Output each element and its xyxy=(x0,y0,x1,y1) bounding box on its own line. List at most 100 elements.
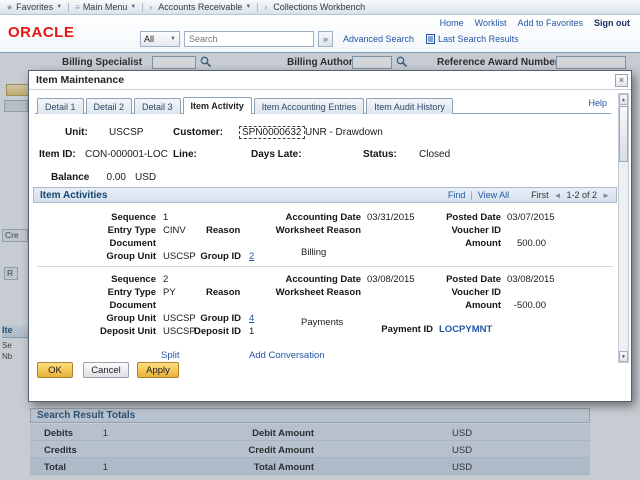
worksheet-reason-label: Worksheet Reason xyxy=(269,225,361,236)
pagination-range: 1-2 of 2 xyxy=(567,190,598,200)
header: ORACLE Home Worklist Add to Favorites Si… xyxy=(0,15,640,52)
deposit-unit-label: Deposit Unit xyxy=(59,326,156,337)
activity-separator xyxy=(37,266,613,267)
reason-label: Reason xyxy=(206,225,240,236)
status-label: Status: xyxy=(363,149,397,160)
entry-type-label: Entry Type xyxy=(59,287,156,298)
breadcrumb-favorites[interactable]: ★ Favorites ▼ xyxy=(6,2,62,12)
line-label: Line: xyxy=(173,149,197,160)
tab-item-accounting-entries[interactable]: Item Accounting Entries xyxy=(254,98,365,114)
tab-detail-2[interactable]: Detail 2 xyxy=(86,98,133,114)
tab-item-audit-history[interactable]: Item Audit History xyxy=(366,98,453,114)
sign-out-link[interactable]: Sign out xyxy=(594,18,630,28)
search-input[interactable] xyxy=(184,31,314,47)
add-conversation-link[interactable]: Add Conversation xyxy=(249,350,325,361)
header-links: Home Worklist Add to Favorites Sign out xyxy=(440,18,630,28)
worklist-link[interactable]: Worklist xyxy=(475,18,507,28)
previous-page-icon[interactable]: ◄ xyxy=(554,191,562,200)
star-icon: ★ xyxy=(6,3,13,12)
deposit-id-label: Deposit ID xyxy=(179,326,241,337)
search-go-button[interactable]: » xyxy=(318,31,333,47)
add-to-favorites-link[interactable]: Add to Favorites xyxy=(517,18,583,28)
dialog-title-bar: Item Maintenance xyxy=(29,71,631,90)
balance-value: 0.00 xyxy=(89,172,126,183)
item-activities-title: Item Activities xyxy=(40,190,107,201)
accounting-date-label: Accounting Date xyxy=(269,212,361,223)
breadcrumb-main-menu[interactable]: ≡ Main Menu ▼ xyxy=(75,2,136,12)
posted-date-value: 03/07/2015 xyxy=(507,212,555,223)
item-id-value: CON-000001-LOC xyxy=(85,149,168,160)
balance-label: Balance xyxy=(51,172,89,183)
accounting-date-label: Accounting Date xyxy=(269,274,361,285)
tab-detail-1[interactable]: Detail 1 xyxy=(37,98,84,114)
sequence-label: Sequence xyxy=(59,212,156,223)
activity-category: Billing xyxy=(301,247,326,258)
scroll-down-icon[interactable]: ▼ xyxy=(619,351,628,362)
results-list-icon xyxy=(426,34,435,44)
apply-button[interactable]: Apply xyxy=(137,362,179,378)
home-link[interactable]: Home xyxy=(440,18,464,28)
document-label: Document xyxy=(59,300,156,311)
next-page-icon[interactable]: ► xyxy=(602,191,610,200)
split-link[interactable]: Split xyxy=(161,350,179,361)
group-id-label: Group ID xyxy=(179,313,241,324)
vertical-scrollbar[interactable]: ▲ ▼ xyxy=(618,93,629,363)
sequence-value: 2 xyxy=(163,274,168,285)
status-value: Closed xyxy=(419,149,450,160)
cancel-button[interactable]: Cancel xyxy=(83,362,129,378)
breadcrumb-accounts-receivable-label: Accounts Receivable xyxy=(158,2,242,12)
tab-bar: Detail 1 Detail 2 Detail 3 Item Activity… xyxy=(37,97,455,114)
sequence-value: 1 xyxy=(163,212,168,223)
breadcrumb-collections-workbench: Collections Workbench xyxy=(273,2,365,12)
scroll-up-icon[interactable]: ▲ xyxy=(619,94,628,105)
posted-date-label: Posted Date xyxy=(409,274,501,285)
amount-value: 500.00 xyxy=(454,238,546,249)
divider: | xyxy=(470,190,472,200)
global-search: All ▼ » Advanced Search Last Search Resu… xyxy=(140,31,519,47)
balance-currency: USD xyxy=(135,172,156,183)
caret-down-icon: ▼ xyxy=(245,4,251,10)
unit-value: USCSP xyxy=(109,127,143,138)
find-link[interactable]: Find xyxy=(448,190,466,200)
customer-label: Customer: xyxy=(173,127,223,138)
divider xyxy=(257,3,258,12)
tab-detail-3[interactable]: Detail 3 xyxy=(134,98,181,114)
advanced-search-link[interactable]: Advanced Search xyxy=(343,34,414,44)
caret-down-icon: ▼ xyxy=(130,4,136,10)
amount-value: -500.00 xyxy=(454,300,546,311)
menu-icon: ≡ xyxy=(75,3,80,12)
group-unit-label: Group Unit xyxy=(59,251,156,262)
worksheet-reason-label: Worksheet Reason xyxy=(269,287,361,298)
pagination-first-label: First xyxy=(531,190,549,200)
tab-item-activity[interactable]: Item Activity xyxy=(183,97,252,114)
posted-date-value: 03/08/2015 xyxy=(507,274,555,285)
help-link[interactable]: Help xyxy=(588,98,607,108)
entry-type-value: PY xyxy=(163,287,176,298)
group-id-link[interactable]: 2 xyxy=(249,251,254,262)
divider xyxy=(142,3,143,12)
entry-type-value: CINV xyxy=(163,225,186,236)
dialog-title: Item Maintenance xyxy=(36,74,124,86)
search-scope-dropdown[interactable]: All ▼ xyxy=(140,31,180,47)
activity-category: Payments xyxy=(301,317,343,328)
divider xyxy=(68,3,69,12)
ok-button[interactable]: OK xyxy=(37,362,73,378)
payment-id-link[interactable]: LOCPYMNT xyxy=(439,324,492,335)
item-id-label: Item ID: xyxy=(39,149,76,160)
deposit-id-value: 1 xyxy=(249,326,254,337)
group-id-link[interactable]: 4 xyxy=(249,313,254,324)
voucher-id-label: Voucher ID xyxy=(409,287,501,298)
caret-down-icon: ▼ xyxy=(170,36,176,42)
entry-type-label: Entry Type xyxy=(59,225,156,236)
scrollbar-thumb[interactable] xyxy=(619,106,628,162)
customer-id-value[interactable]: SPN0000632 xyxy=(239,126,305,139)
search-scope-value: All xyxy=(144,34,154,44)
breadcrumb-accounts-receivable[interactable]: Accounts Receivable ▼ xyxy=(158,2,251,12)
caret-down-icon: ▼ xyxy=(56,4,62,10)
last-search-results[interactable]: Last Search Results xyxy=(426,34,519,44)
view-all-link[interactable]: View All xyxy=(478,190,509,200)
breadcrumb-collections-workbench-label: Collections Workbench xyxy=(273,2,365,12)
group-id-label: Group ID xyxy=(179,251,241,262)
close-icon[interactable]: × xyxy=(615,74,628,87)
breadcrumb: ★ Favorites ▼ ≡ Main Menu ▼ › Accounts R… xyxy=(0,0,640,15)
